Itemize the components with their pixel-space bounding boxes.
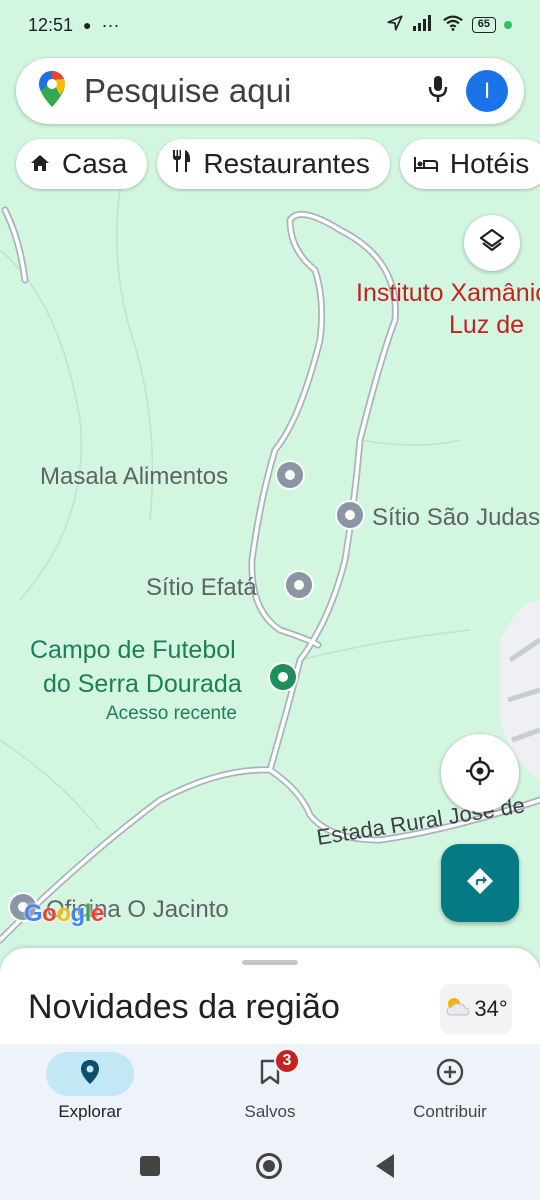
nav-contribuir[interactable]: Contribuir	[360, 1044, 540, 1134]
mic-icon[interactable]	[428, 75, 448, 108]
bottom-sheet[interactable]: Novidades da região 34°	[0, 948, 540, 1058]
maps-pin-icon	[38, 70, 66, 113]
nav-explorar[interactable]: Explorar	[0, 1044, 180, 1134]
wifi-icon	[442, 14, 464, 37]
nav-label: Salvos	[244, 1102, 296, 1121]
place-campo-label[interactable]: Campo de Futebol	[30, 636, 236, 665]
place-masala-pin[interactable]	[275, 460, 305, 490]
back-button[interactable]	[376, 1154, 394, 1178]
directions-button[interactable]	[441, 844, 519, 922]
chip-hoteis[interactable]: Hotéis	[399, 139, 540, 189]
location-arrow-icon	[386, 14, 404, 37]
home-icon	[30, 148, 50, 180]
chat-notification-icon: ●	[83, 17, 92, 33]
place-sitio-efata-pin[interactable]	[284, 570, 314, 600]
place-sitio-sao-label[interactable]: Sítio São Judas	[372, 504, 540, 532]
sheet-title: Novidades da região	[28, 988, 340, 1026]
nav-salvos[interactable]: 3 Salvos	[180, 1044, 360, 1134]
bottom-nav: Explorar 3 Salvos Contribuir	[0, 1044, 540, 1134]
active-dot-icon	[504, 21, 512, 29]
home-button-dot	[263, 1160, 275, 1172]
battery-indicator: 65	[471, 17, 496, 33]
home-button[interactable]	[256, 1153, 282, 1179]
partly-cloudy-icon	[444, 995, 470, 1023]
layers-button[interactable]	[464, 215, 520, 271]
nav-icon-container: 3	[226, 1048, 314, 1096]
weather-chip[interactable]: 34°	[440, 984, 512, 1034]
chip-label: Casa	[62, 148, 128, 179]
directions-icon	[465, 866, 495, 901]
more-notifications-icon: ···	[101, 14, 120, 35]
crosshair-icon	[464, 755, 496, 792]
status-bar: 12:51 ● ··· 65	[0, 0, 540, 50]
chip-restaurantes[interactable]: Restaurantes	[157, 139, 390, 189]
nav-label: Contribuir	[413, 1102, 487, 1121]
bed-icon	[413, 148, 438, 180]
sheet-drag-handle[interactable]	[242, 960, 298, 965]
my-location-button[interactable]	[441, 734, 519, 812]
layers-icon	[479, 228, 505, 259]
recents-button[interactable]	[140, 1156, 160, 1176]
search-bar[interactable]: Pesquise aqui I	[16, 58, 524, 124]
chip-casa[interactable]: Casa	[16, 139, 148, 189]
status-time: 12:51	[28, 14, 74, 35]
saved-count-badge: 3	[274, 1048, 300, 1074]
nav-icon-container	[46, 1052, 134, 1096]
place-campo-label-line2[interactable]: do Serra Dourada	[43, 670, 242, 699]
add-circle-icon	[436, 1058, 464, 1091]
fork-knife-icon	[171, 148, 191, 180]
explore-pin-icon	[80, 1059, 100, 1090]
place-instituto-label-line2[interactable]: Luz de	[449, 311, 524, 340]
place-campo-pin[interactable]	[268, 662, 298, 692]
google-logo: Google	[24, 900, 104, 927]
nav-label: Explorar	[58, 1102, 122, 1121]
system-nav-bar	[0, 1134, 540, 1200]
temperature-value: 34°	[474, 996, 508, 1021]
signal-icon	[412, 14, 434, 36]
place-instituto-label[interactable]: Instituto Xamânico	[356, 279, 540, 308]
account-avatar[interactable]: I	[466, 70, 508, 112]
category-chips: Casa Restaurantes Hotéis	[16, 139, 540, 189]
place-sitio-efata-label[interactable]: Sítio Efatá	[146, 574, 257, 602]
nav-icon-container	[406, 1052, 494, 1096]
place-sitio-sao-pin[interactable]	[335, 500, 365, 530]
chip-label: Hotéis	[449, 148, 530, 179]
place-campo-sublabel: Acesso recente	[106, 703, 237, 724]
search-input[interactable]: Pesquise aqui	[84, 72, 428, 110]
chip-label: Restaurantes	[203, 148, 370, 179]
place-masala-label[interactable]: Masala Alimentos	[40, 463, 228, 491]
